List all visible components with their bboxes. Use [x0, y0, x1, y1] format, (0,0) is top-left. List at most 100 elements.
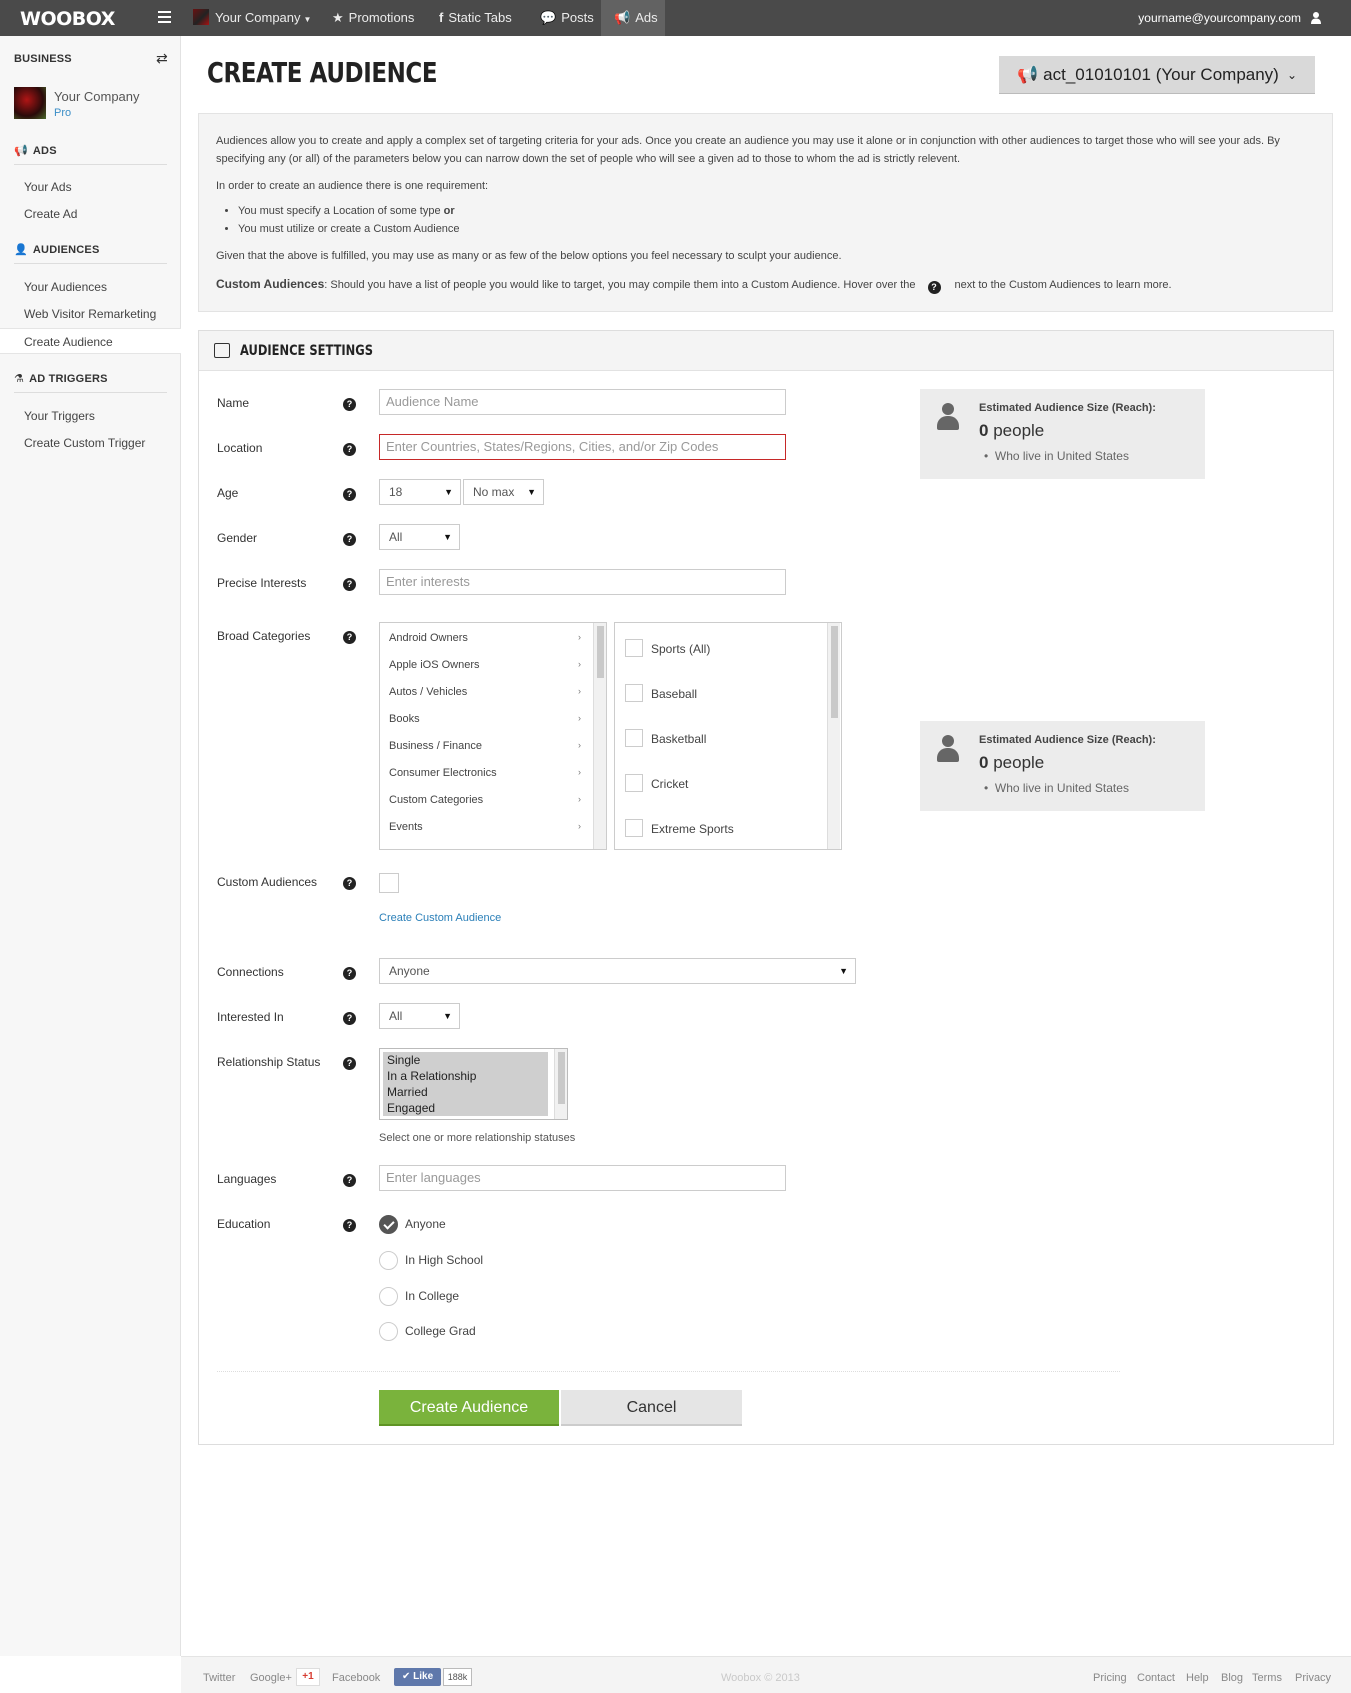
- footer-link-facebook[interactable]: Facebook: [332, 1672, 380, 1684]
- scrollbar[interactable]: [593, 623, 606, 849]
- education-radio-college[interactable]: [379, 1287, 398, 1306]
- swap-icon[interactable]: ⇄: [156, 50, 168, 67]
- name-input[interactable]: Audience Name: [379, 389, 786, 415]
- menu-icon[interactable]: [158, 11, 171, 23]
- scrollbar[interactable]: [554, 1049, 567, 1119]
- languages-label: Languages: [217, 1172, 277, 1186]
- sidebar-item-your-ads[interactable]: Your Ads: [24, 180, 72, 194]
- help-icon[interactable]: ?: [343, 578, 356, 591]
- nav-posts[interactable]: 💬 Posts: [540, 0, 594, 36]
- footer-link-google-plus[interactable]: Google+: [250, 1672, 292, 1684]
- plan-badge[interactable]: Pro: [54, 107, 71, 119]
- category-item[interactable]: Consumer Electronics ›: [389, 767, 581, 779]
- sidebar-item-create-ad[interactable]: Create Ad: [24, 207, 77, 221]
- category-item[interactable]: Business / Finance ›: [389, 740, 581, 752]
- relationship-option[interactable]: Married: [387, 1085, 428, 1099]
- chevron-right-icon: ›: [578, 686, 581, 696]
- woobox-logo[interactable]: WOOBOX: [20, 8, 115, 30]
- age-max-select[interactable]: No max ▼: [463, 479, 544, 505]
- category-item[interactable]: Autos / Vehicles ›: [389, 686, 581, 698]
- footer-link-twitter[interactable]: Twitter: [203, 1672, 235, 1684]
- scroll-thumb[interactable]: [831, 626, 838, 718]
- custom-audience-checkbox[interactable]: [379, 873, 399, 893]
- relationship-option[interactable]: Engaged: [387, 1101, 435, 1115]
- list-item: You must utilize or create a Custom Audi…: [238, 220, 460, 238]
- checkbox[interactable]: [625, 819, 643, 837]
- help-icon[interactable]: ?: [343, 1012, 356, 1025]
- sidebar-item-your-triggers[interactable]: Your Triggers: [24, 409, 95, 423]
- help-icon[interactable]: ?: [343, 443, 356, 456]
- footer-link-privacy[interactable]: Privacy: [1295, 1672, 1331, 1684]
- broad-categories-label: Broad Categories: [217, 629, 311, 643]
- megaphone-icon: 📢: [14, 145, 28, 157]
- interests-input[interactable]: Enter interests: [379, 569, 786, 595]
- scrollbar[interactable]: [827, 623, 840, 849]
- help-icon[interactable]: ?: [343, 398, 356, 411]
- relationship-status-label: Relationship Status: [217, 1055, 321, 1069]
- category-list[interactable]: Android Owners › Apple iOS Owners › Autos …: [379, 622, 607, 850]
- facebook-like-button[interactable]: ✔ Like: [394, 1668, 441, 1686]
- sidebar-item-create-custom-trigger[interactable]: Create Custom Trigger: [24, 436, 145, 450]
- help-icon[interactable]: ?: [343, 533, 356, 546]
- google-plus-button[interactable]: +1: [296, 1668, 320, 1686]
- sidebar-item-your-audiences[interactable]: Your Audiences: [24, 280, 107, 294]
- create-audience-button[interactable]: Create Audience: [379, 1390, 559, 1426]
- user-icon[interactable]: [1311, 12, 1321, 24]
- gender-select[interactable]: All ▼: [379, 524, 460, 550]
- account-selector[interactable]: 📢 act_01010101 (Your Company) ⌄: [999, 56, 1315, 94]
- location-label: Location: [217, 441, 263, 455]
- help-icon[interactable]: ?: [343, 967, 356, 980]
- dropdown-arrow-icon: ▼: [839, 966, 848, 976]
- help-icon[interactable]: ?: [343, 1057, 356, 1070]
- checkbox[interactable]: [625, 729, 643, 747]
- reach-count: 0 people: [979, 421, 1045, 440]
- info-para-3: Given that the above is fulfilled, you m…: [216, 250, 842, 262]
- footer-link-blog[interactable]: Blog: [1221, 1672, 1243, 1684]
- help-icon[interactable]: ?: [343, 488, 356, 501]
- cancel-button[interactable]: Cancel: [561, 1390, 742, 1426]
- category-item[interactable]: Android Owners ›: [389, 632, 581, 644]
- checkbox[interactable]: [625, 639, 643, 657]
- languages-input[interactable]: Enter languages: [379, 1165, 786, 1191]
- nav-ads[interactable]: 📢 Ads: [601, 0, 665, 36]
- education-radio-college-grad[interactable]: [379, 1322, 398, 1341]
- checkbox[interactable]: [625, 684, 643, 702]
- help-icon[interactable]: ?: [343, 631, 356, 644]
- location-input[interactable]: Enter Countries, States/Regions, Cities,…: [379, 434, 786, 460]
- nav-promotions[interactable]: ★ Promotions: [332, 0, 414, 36]
- radio-label: Anyone: [405, 1217, 446, 1231]
- relationship-option[interactable]: Single: [387, 1053, 420, 1067]
- category-item[interactable]: Books ›: [389, 713, 581, 725]
- connections-select[interactable]: Anyone ▼: [379, 958, 856, 984]
- education-radio-anyone[interactable]: [379, 1215, 398, 1234]
- footer: Twitter Google+ +1 Facebook ✔ Like 188k …: [181, 1656, 1351, 1693]
- subcategory-list[interactable]: Sports (All) Baseball Basketball Cricket…: [614, 622, 842, 850]
- nav-static-tabs[interactable]: f Static Tabs: [439, 0, 512, 36]
- education-radio-high-school[interactable]: [379, 1251, 398, 1270]
- relationship-option[interactable]: In a Relationship: [387, 1069, 476, 1083]
- footer-link-terms[interactable]: Terms: [1252, 1672, 1282, 1684]
- list-item: You must specify a Location of some type…: [238, 202, 460, 220]
- company-switcher[interactable]: Your Company ▼: [193, 0, 311, 36]
- relationship-multiselect[interactable]: Single In a Relationship Married Engaged: [379, 1048, 568, 1120]
- create-custom-audience-link[interactable]: Create Custom Audience: [379, 912, 501, 924]
- help-icon[interactable]: ?: [343, 1174, 356, 1187]
- help-icon[interactable]: ?: [343, 1219, 356, 1232]
- category-item[interactable]: Events ›: [389, 821, 581, 833]
- user-email[interactable]: yourname@yourcompany.com: [1138, 0, 1301, 36]
- sidebar-item-create-audience[interactable]: Create Audience: [0, 328, 181, 354]
- category-item[interactable]: Custom Categories ›: [389, 794, 581, 806]
- footer-link-pricing[interactable]: Pricing: [1093, 1672, 1127, 1684]
- scroll-thumb[interactable]: [558, 1052, 565, 1104]
- age-min-select[interactable]: 18 ▼: [379, 479, 461, 505]
- scroll-thumb[interactable]: [597, 626, 604, 678]
- footer-link-help[interactable]: Help: [1186, 1672, 1209, 1684]
- sidebar-item-web-visitor-remarketing[interactable]: Web Visitor Remarketing: [24, 307, 156, 321]
- category-item[interactable]: Apple iOS Owners ›: [389, 659, 581, 671]
- interested-in-select[interactable]: All ▼: [379, 1003, 460, 1029]
- help-icon[interactable]: ?: [343, 877, 356, 890]
- company-avatar: [14, 87, 46, 119]
- thumbs-up-icon: ✔: [402, 1671, 411, 1682]
- checkbox[interactable]: [625, 774, 643, 792]
- footer-link-contact[interactable]: Contact: [1137, 1672, 1175, 1684]
